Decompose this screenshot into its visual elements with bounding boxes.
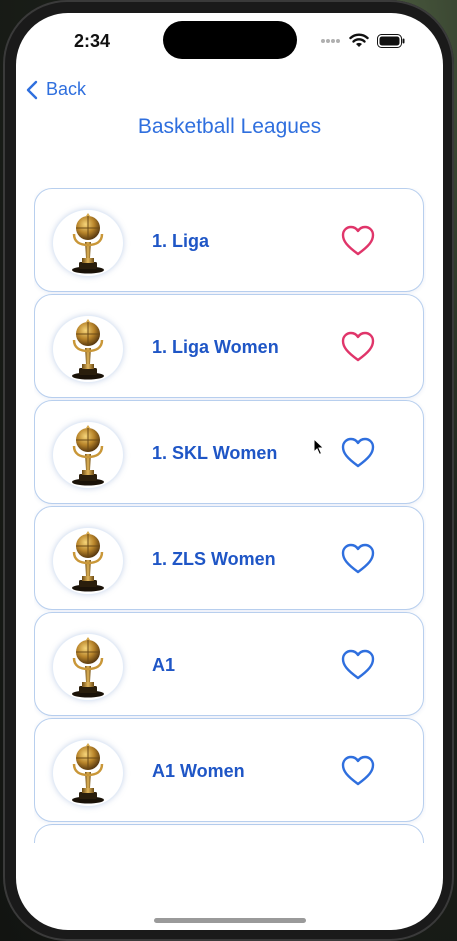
league-logo (52, 421, 124, 489)
mouse-cursor-icon (313, 438, 325, 456)
league-row[interactable]: 1. Liga (34, 188, 424, 292)
league-logo (52, 209, 124, 277)
league-logo (52, 633, 124, 701)
back-label: Back (46, 79, 87, 99)
league-name: 1. ZLS Women (152, 548, 276, 569)
league-name: 1. Liga (152, 230, 210, 251)
league-logo (52, 739, 124, 807)
league-name: A1 (152, 654, 176, 675)
league-name: 1. SKL Women (152, 442, 278, 463)
favorite-button[interactable] (341, 225, 375, 257)
league-name: 1. Liga Women (152, 336, 279, 357)
league-row[interactable]: 1. SKL Women (34, 400, 424, 504)
trophy-icon (72, 531, 104, 592)
status-icons (321, 33, 405, 48)
favorite-button[interactable] (341, 437, 375, 469)
signal-dots-icon (321, 38, 340, 43)
heart-outline-icon (341, 437, 375, 468)
league-name: A1 Women (152, 760, 245, 781)
heart-filled-icon (341, 225, 375, 256)
leagues-list[interactable]: 1. Liga 1. Liga Women 1. SKL Women 1. ZL… (34, 188, 426, 843)
back-button[interactable]: Back (26, 79, 86, 100)
wifi-icon (349, 33, 369, 47)
heart-outline-icon (341, 649, 375, 680)
heart-outline-icon (341, 543, 375, 574)
chevron-left-icon (26, 80, 38, 99)
trophy-icon (72, 637, 104, 698)
heart-filled-icon (341, 331, 375, 362)
page-title: Basketball Leagues (137, 115, 322, 138)
favorite-button[interactable] (341, 331, 375, 363)
trophy-icon (72, 743, 104, 804)
app-screen: 2:34 Back Basketball Leagues 1. Liga 1. … (16, 13, 443, 930)
league-row[interactable]: A1 (34, 612, 424, 716)
heart-outline-icon (341, 755, 375, 786)
status-bar: 2:34 (16, 13, 443, 69)
favorite-button[interactable] (341, 649, 375, 681)
navigation-bar: Back Basketball Leagues (16, 73, 443, 153)
league-logo (52, 315, 124, 383)
league-row[interactable]: 1. ZLS Women (34, 506, 424, 610)
trophy-icon (72, 213, 104, 274)
league-row[interactable]: A1 Women (34, 718, 424, 822)
battery-icon (377, 33, 405, 48)
league-row-partial[interactable] (34, 824, 424, 843)
favorite-button[interactable] (341, 543, 375, 575)
favorite-button[interactable] (341, 755, 375, 787)
league-logo (52, 527, 124, 595)
status-time: 2:34 (74, 31, 111, 51)
dynamic-island (163, 21, 297, 59)
trophy-icon (72, 319, 104, 380)
league-row[interactable]: 1. Liga Women (34, 294, 424, 398)
home-indicator (154, 918, 306, 923)
trophy-icon (72, 425, 104, 486)
